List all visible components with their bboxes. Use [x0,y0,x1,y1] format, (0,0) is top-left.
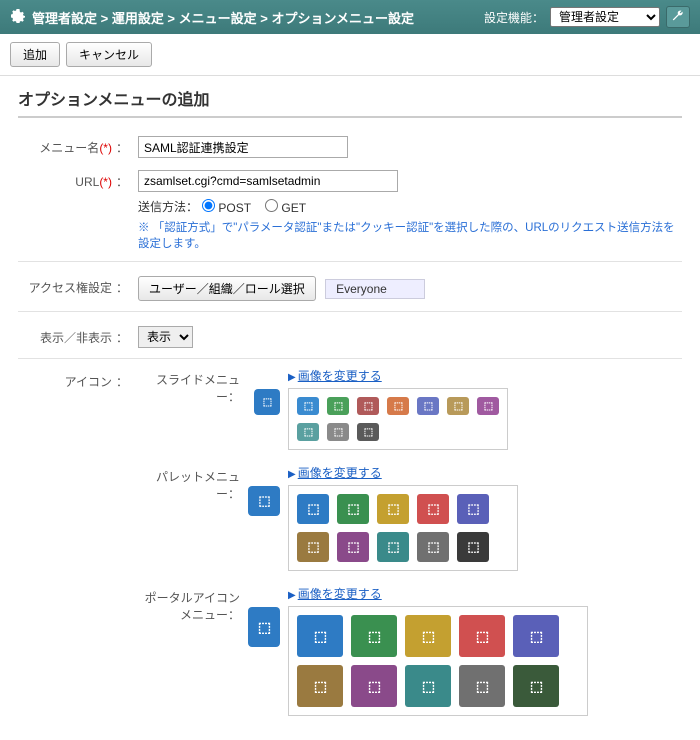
icon-option[interactable]: ⬚ [337,494,369,524]
icon-option[interactable]: ⬚ [297,615,343,657]
icon-option[interactable]: ⬚ [297,665,343,707]
portal-preview-icon: ⬚ [248,607,280,647]
breadcrumb: 管理者設定 > 運用設定 > メニュー設定 > オプションメニュー設定 [10,8,414,27]
row-url: URL(*)： 送信方法： POST GET ※ 「認証方式」で"パラメータ認証… [18,164,682,257]
palette-preview-icon: ⬚ [248,486,280,516]
icon-option[interactable]: ⬚ [351,665,397,707]
icon-option[interactable]: ⬚ [417,532,449,562]
icon-option[interactable]: ⬚ [405,615,451,657]
icon-option[interactable]: ⬚ [457,532,489,562]
triangle-icon: ▶ [288,469,296,480]
icon-option[interactable]: ⬚ [377,532,409,562]
icon-option[interactable]: ⬚ [405,665,451,707]
row-menu-name: メニュー名(*)： [18,130,682,164]
content: オプションメニューの追加 メニュー名(*)： URL(*)： 送信方法： POS… [0,76,700,740]
icon-option[interactable]: ⬚ [513,665,559,707]
triangle-icon: ▶ [288,372,296,383]
icon-option[interactable]: ⬚ [459,615,505,657]
wrench-button[interactable] [666,6,690,28]
palette-icon-grid: ⬚ ⬚ ⬚ ⬚ ⬚ ⬚ ⬚ ⬚ ⬚ ⬚ [288,485,518,571]
icon-option[interactable]: ⬚ [351,615,397,657]
header-bar: 管理者設定 > 運用設定 > メニュー設定 > オプションメニュー設定 設定機能… [0,0,700,34]
icon-option[interactable]: ⬚ [327,423,349,441]
method-label: 送信方法： [138,198,198,215]
menu-name-input[interactable] [138,136,348,158]
access-select-button[interactable]: ユーザー／組織／ロール選択 [138,276,316,301]
icon-option[interactable]: ⬚ [417,397,439,415]
slide-preview-icon: ⬚ [254,389,280,415]
icon-option[interactable]: ⬚ [297,532,329,562]
send-method-row: 送信方法： POST GET [138,198,682,215]
icon-option[interactable]: ⬚ [297,397,319,415]
row-access: アクセス権設定： ユーザー／組織／ロール選択 Everyone [18,270,682,307]
slide-icon-grid: ⬚ ⬚ ⬚ ⬚ ⬚ ⬚ ⬚ ⬚ ⬚ ⬚ [288,388,508,450]
page-title: オプションメニューの追加 [18,86,682,118]
func-label: 設定機能： [484,9,544,26]
radio-post[interactable] [202,199,215,212]
row-visibility: 表示／非表示： 表示 [18,320,682,354]
cancel-button[interactable]: キャンセル [66,42,152,67]
portal-change-link[interactable]: 画像を変更する [298,587,382,601]
palette-change-link[interactable]: 画像を変更する [298,466,382,480]
url-input[interactable] [138,170,398,192]
icon-option[interactable]: ⬚ [377,494,409,524]
icon-group-portal: ポータルアイコンメニュー： ⬚ ▶画像を変更する ⬚⬚⬚⬚⬚⬚⬚⬚⬚⬚ [138,585,682,716]
gear-icon [10,8,26,27]
breadcrumb-text: 管理者設定 > 運用設定 > メニュー設定 > オプションメニュー設定 [32,8,414,27]
icon-option[interactable]: ⬚ [297,423,319,441]
icon-option[interactable]: ⬚ [459,665,505,707]
icon-option[interactable]: ⬚ [327,397,349,415]
toolbar: 追加 キャンセル [0,34,700,76]
icon-option[interactable]: ⬚ [457,494,489,524]
row-icon: アイコン： スライドメニュー： ⬚ ▶画像を変更する ⬚⬚⬚⬚⬚⬚⬚⬚⬚⬚ パレ… [18,367,682,730]
triangle-icon: ▶ [288,590,296,601]
visibility-select[interactable]: 表示 [138,326,193,348]
func-select[interactable]: 管理者設定 [550,7,660,27]
portal-icon-grid: ⬚⬚⬚⬚⬚⬚⬚⬚⬚⬚ [288,606,588,716]
icon-group-slide: スライドメニュー： ⬚ ▶画像を変更する ⬚⬚⬚⬚⬚⬚⬚⬚⬚⬚ [138,367,682,450]
icon-option[interactable]: ⬚ [513,615,559,657]
icon-option[interactable]: ⬚ [357,397,379,415]
url-hint: ※ 「認証方式」で"パラメータ認証"または"クッキー認証"を選択した際の、URL… [138,219,682,251]
header-right: 設定機能： 管理者設定 [484,6,690,28]
access-value: Everyone [325,279,425,299]
icon-option[interactable]: ⬚ [387,397,409,415]
icon-option[interactable]: ⬚ [477,397,499,415]
icon-option[interactable]: ⬚ [417,494,449,524]
icon-option[interactable]: ⬚ [337,532,369,562]
icon-group-palette: パレットメニュー： ⬚ ▶画像を変更する ⬚⬚⬚⬚⬚⬚⬚⬚⬚⬚ [138,464,682,571]
slide-change-link[interactable]: 画像を変更する [298,369,382,383]
icon-option[interactable]: ⬚ [297,494,329,524]
icon-option[interactable]: ⬚ [357,423,379,441]
wrench-icon [671,9,685,26]
icon-option[interactable]: ⬚ [447,397,469,415]
add-button[interactable]: 追加 [10,42,60,67]
radio-get[interactable] [265,199,278,212]
